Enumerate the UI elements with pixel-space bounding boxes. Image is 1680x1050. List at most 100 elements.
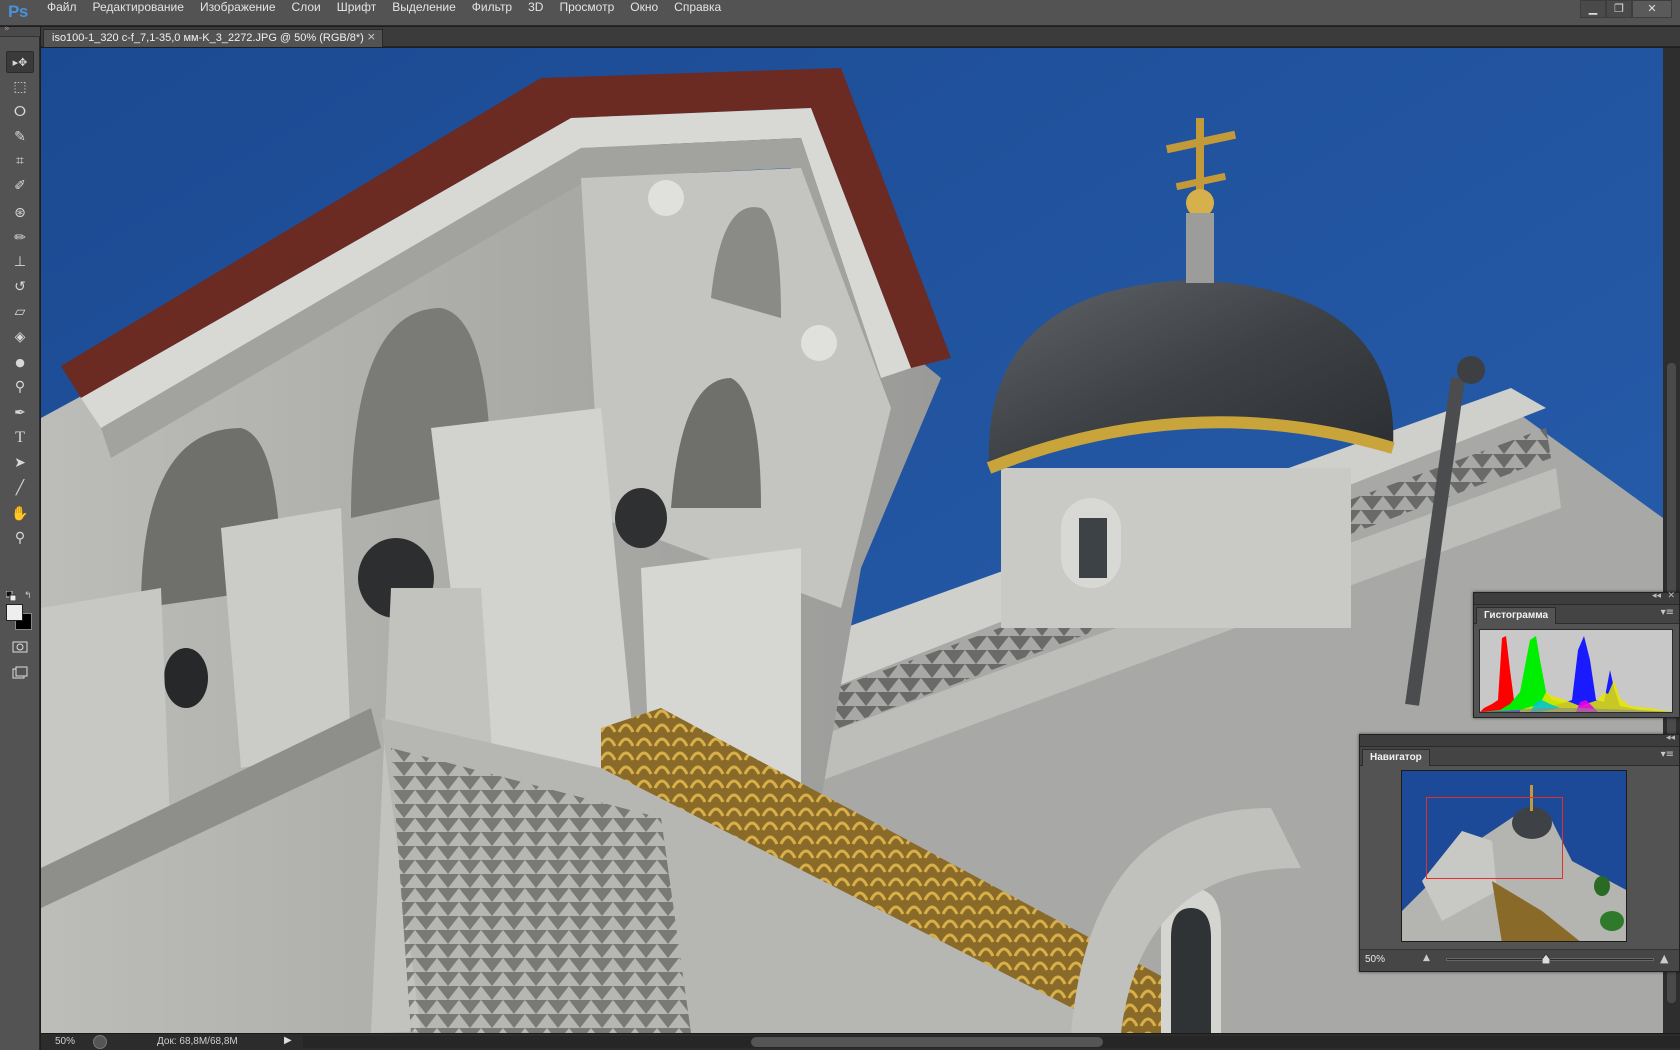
tool-dodge[interactable]: ⚲: [6, 376, 34, 398]
navigator-zoom-value[interactable]: 50%: [1365, 954, 1385, 965]
zoom-tool-icon: ⚲: [14, 530, 26, 546]
type-tool-icon: T: [15, 429, 25, 446]
tool-zoom[interactable]: ⚲: [6, 527, 34, 549]
tool-quick-select[interactable]: ✎: [6, 126, 34, 148]
histogram-panel-header: ◂◂ ✕: [1474, 591, 1679, 605]
move-tool-icon: ▸✥: [12, 55, 28, 69]
photoshop-logo: Ps: [8, 2, 28, 21]
menu-3d[interactable]: 3D: [520, 0, 551, 26]
crop-tool-icon: ⌗: [16, 153, 24, 169]
menu-bar: Ps Файл Редактирование Изображение Слои …: [0, 0, 1680, 26]
close-tab-icon[interactable]: ×: [367, 30, 376, 43]
menu-select[interactable]: Выделение: [384, 0, 464, 26]
marquee-tool-icon: ⬚: [13, 79, 27, 95]
foreground-color-swatch[interactable]: [6, 604, 23, 621]
document-tab-title: iso100-1_320 c-f_7,1-35,0 мм-K_3_2272.JP…: [52, 32, 364, 44]
histogram-tab[interactable]: Гистограмма: [1476, 607, 1557, 624]
quick-select-tool-icon: ✎: [14, 129, 26, 145]
document-tab[interactable]: iso100-1_320 c-f_7,1-35,0 мм-K_3_2272.JP…: [43, 29, 383, 47]
tool-lasso[interactable]: ⵔ: [6, 101, 34, 123]
brush-tool-icon: ✏: [14, 230, 26, 246]
blur-tool-icon: ●: [15, 355, 25, 369]
histogram-graph: [1479, 629, 1673, 713]
zoom-slider[interactable]: [1446, 954, 1654, 964]
tool-marquee[interactable]: ⬚: [6, 76, 34, 98]
tool-type[interactable]: T: [6, 427, 34, 449]
tool-history-brush[interactable]: ↺: [6, 276, 34, 298]
zoom-slider-handle[interactable]: [1542, 954, 1550, 964]
lasso-tool-icon: ⵔ: [13, 104, 27, 120]
navigator-preview[interactable]: [1401, 770, 1627, 942]
close-button[interactable]: ✕: [1632, 0, 1672, 18]
menu-layers[interactable]: Слои: [284, 0, 329, 26]
status-menu-arrow-icon[interactable]: ▶: [284, 1035, 292, 1046]
navigator-panel-header: ◂◂: [1360, 733, 1679, 747]
menu-view[interactable]: Просмотр: [551, 0, 622, 26]
navigator-panel: ◂◂ Навигатор ▾≡ 50% ▲ ▲: [1359, 733, 1680, 972]
tool-spot-healing[interactable]: ⊛: [6, 202, 34, 224]
tool-hand[interactable]: ✋: [6, 503, 34, 525]
tool-move[interactable]: ▸✥: [6, 51, 34, 73]
document-tab-bar: iso100-1_320 c-f_7,1-35,0 мм-K_3_2272.JP…: [41, 27, 1680, 47]
collapse-panel-icon[interactable]: ◂◂: [1652, 591, 1661, 601]
navigator-view-box[interactable]: [1426, 797, 1563, 879]
dodge-tool-icon: ⚲: [14, 379, 26, 395]
window-controls: ▁ ❐ ✕: [1580, 0, 1672, 18]
zoom-out-icon[interactable]: ▲: [1423, 953, 1430, 963]
restore-button[interactable]: ❐: [1606, 0, 1632, 18]
menu-items: Файл Редактирование Изображение Слои Шри…: [39, 0, 729, 26]
navigator-menu-icon[interactable]: ▾≡: [1661, 749, 1674, 760]
default-colors-icon[interactable]: [6, 591, 16, 601]
histogram-tabbar: Гистограмма ▾≡: [1474, 605, 1679, 624]
menu-file[interactable]: Файл: [39, 0, 85, 26]
menu-window[interactable]: Окно: [622, 0, 666, 26]
minimize-button[interactable]: ▁: [1580, 0, 1606, 18]
tools-panel: ▸✥ ⬚ ⵔ ✎ ⌗ ✐ ⊛ ✏ ⊥ ↺ ▱ ◈ ● ⚲ ✒ T ➤ ╱ ✋ ⚲…: [0, 37, 40, 1050]
menu-edit[interactable]: Редактирование: [85, 0, 192, 26]
horizontal-scrollbar[interactable]: [303, 1036, 1680, 1048]
panel-menu-icon[interactable]: ▾≡: [1661, 607, 1674, 618]
eraser-tool-icon: ▱: [14, 304, 26, 320]
toolbar-grip[interactable]: »: [0, 24, 40, 37]
quick-mask-button[interactable]: [6, 636, 34, 658]
collapse-navigator-icon[interactable]: ◂◂: [1666, 733, 1675, 743]
quick-mask-icon: [12, 641, 28, 653]
pen-tool-icon: ✒: [14, 405, 26, 421]
tool-eraser[interactable]: ▱: [6, 301, 34, 323]
screen-mode-button[interactable]: [6, 662, 34, 684]
tool-crop[interactable]: ⌗: [6, 150, 34, 172]
line-tool-icon: ╱: [15, 480, 25, 496]
collapse-icon[interactable]: »: [4, 24, 10, 34]
navigator-tabbar: Навигатор ▾≡: [1360, 747, 1679, 766]
hand-tool-icon: ✋: [11, 506, 29, 522]
menu-type[interactable]: Шрифт: [329, 0, 384, 26]
screen-mode-icon: [12, 666, 28, 679]
tool-pen[interactable]: ✒: [6, 402, 34, 424]
tool-paint-bucket[interactable]: ◈: [6, 326, 34, 348]
menu-help[interactable]: Справка: [666, 0, 729, 26]
close-panel-icon[interactable]: ✕: [1667, 591, 1675, 601]
status-bar: 50% Док: 68,8M/68,8M ▶: [41, 1033, 1680, 1050]
navigator-zoom-bar: 50% ▲ ▲: [1360, 949, 1679, 971]
stamp-tool-icon: ⊥: [13, 254, 27, 270]
histogram-chart: [1480, 630, 1672, 712]
path-select-tool-icon: ➤: [14, 455, 26, 471]
status-zoom[interactable]: 50%: [55, 1036, 75, 1047]
tool-path-select[interactable]: ➤: [6, 452, 34, 474]
tool-blur[interactable]: ●: [6, 351, 34, 373]
paint-bucket-tool-icon: ◈: [14, 329, 26, 345]
menu-image[interactable]: Изображение: [192, 0, 284, 26]
tool-eyedropper[interactable]: ✐: [6, 175, 34, 197]
tool-stamp[interactable]: ⊥: [6, 251, 34, 273]
swap-colors-icon[interactable]: ↰: [24, 591, 32, 601]
history-brush-tool-icon: ↺: [14, 279, 26, 295]
menu-filter[interactable]: Фильтр: [464, 0, 520, 26]
status-info-icon[interactable]: [93, 1035, 107, 1049]
spot-healing-tool-icon: ⊛: [14, 205, 26, 221]
horizontal-scroll-thumb[interactable]: [751, 1037, 1103, 1047]
eyedropper-tool-icon: ✐: [14, 178, 26, 194]
tool-line[interactable]: ╱: [6, 477, 34, 499]
tool-brush[interactable]: ✏: [6, 227, 34, 249]
zoom-in-icon[interactable]: ▲: [1660, 952, 1668, 965]
navigator-tab[interactable]: Навигатор: [1362, 749, 1430, 766]
